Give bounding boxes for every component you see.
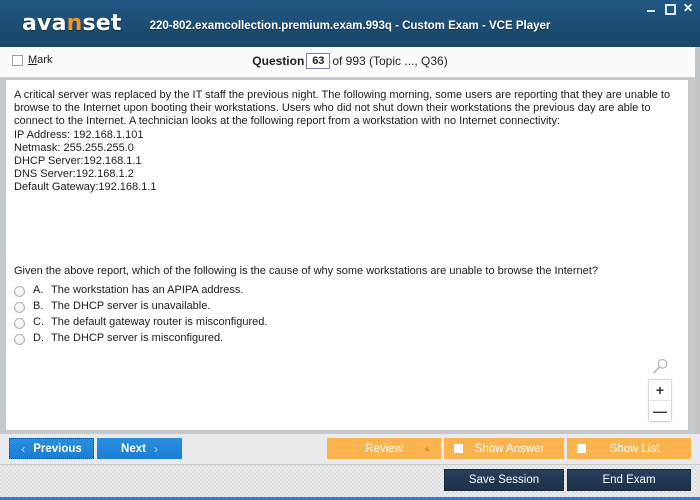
answer-option-c[interactable]: C. The default gateway router is misconf… bbox=[14, 316, 614, 332]
logo-text-part2: set bbox=[82, 11, 122, 36]
checkbox-square-icon bbox=[577, 444, 586, 453]
minimize-icon[interactable] bbox=[646, 3, 657, 14]
title-bar: avanset 220-802.examcollection.premium.e… bbox=[0, 0, 700, 48]
question-word: Question bbox=[252, 54, 305, 68]
question-number-input[interactable]: 63 bbox=[306, 53, 331, 69]
previous-button-label: Previous bbox=[33, 442, 82, 455]
right-frame bbox=[695, 47, 700, 434]
show-answer-button[interactable]: Show Answer bbox=[444, 438, 564, 459]
report-line: DHCP Server:192.168.1.1 bbox=[14, 155, 142, 168]
zoom-control: + — bbox=[648, 358, 672, 422]
answer-options: A. The workstation has an APIPA address.… bbox=[14, 284, 614, 348]
report-line: DNS Server:192.168.1.2 bbox=[14, 168, 134, 181]
radio-icon[interactable] bbox=[14, 302, 25, 313]
review-button[interactable]: Review ▲ bbox=[327, 438, 441, 459]
avanset-logo: avanset bbox=[22, 12, 122, 36]
answer-option-b[interactable]: B. The DHCP server is unavailable. bbox=[14, 300, 614, 316]
question-paragraph: A critical server was replaced by the IT… bbox=[14, 89, 671, 128]
question-prompt: Given the above report, which of the fol… bbox=[14, 265, 598, 277]
show-list-label: Show List bbox=[609, 442, 660, 455]
window-controls: ✕ bbox=[646, 2, 694, 15]
next-button-label: Next bbox=[121, 442, 146, 455]
next-button[interactable]: Next › bbox=[97, 438, 182, 459]
question-total-text: of 993 (Topic ..., Q36) bbox=[332, 54, 448, 68]
chevron-right-icon: › bbox=[153, 441, 158, 456]
maximize-icon[interactable] bbox=[664, 3, 676, 15]
caret-up-icon: ▲ bbox=[423, 444, 431, 453]
show-answer-label: Show Answer bbox=[474, 442, 545, 455]
close-icon[interactable]: ✕ bbox=[682, 2, 694, 14]
vce-player-window: avanset 220-802.examcollection.premium.e… bbox=[0, 0, 700, 500]
option-text: The DHCP server is misconfigured. bbox=[51, 332, 224, 344]
report-line: IP Address: 192.168.1.101 bbox=[14, 128, 144, 141]
question-content-panel: A critical server was replaced by the IT… bbox=[5, 79, 689, 431]
answer-option-a[interactable]: A. The workstation has an APIPA address. bbox=[14, 284, 614, 300]
show-list-button[interactable]: Show List bbox=[567, 438, 691, 459]
radio-icon[interactable] bbox=[14, 318, 25, 329]
answer-option-d[interactable]: D. The DHCP server is misconfigured. bbox=[14, 332, 614, 348]
chevron-left-icon: ‹ bbox=[21, 441, 26, 456]
logo-accent-letter: n bbox=[66, 11, 83, 36]
option-text: The DHCP server is unavailable. bbox=[51, 300, 211, 312]
option-letter: D. bbox=[33, 332, 44, 344]
option-letter: A. bbox=[33, 284, 44, 296]
zoom-out-button[interactable]: — bbox=[649, 401, 671, 421]
zoom-in-button[interactable]: + bbox=[649, 380, 671, 401]
magnifier-icon[interactable] bbox=[652, 358, 669, 375]
question-header-bar: Mark Question 63 of 993 (Topic ..., Q36) bbox=[0, 47, 700, 78]
status-bar: Save Session End Exam bbox=[0, 464, 700, 500]
report-line: Default Gateway:192.168.1.1 bbox=[14, 181, 157, 194]
end-exam-button[interactable]: End Exam bbox=[567, 469, 691, 491]
review-button-label: Review bbox=[365, 442, 403, 455]
radio-icon[interactable] bbox=[14, 334, 25, 345]
option-letter: C. bbox=[33, 316, 44, 328]
option-letter: B. bbox=[33, 300, 44, 312]
option-text: The default gateway router is misconfigu… bbox=[51, 316, 268, 328]
previous-button[interactable]: ‹ Previous bbox=[9, 438, 94, 459]
checkbox-square-icon bbox=[454, 444, 463, 453]
report-line: Netmask: 255.255.255.0 bbox=[14, 141, 134, 154]
radio-icon[interactable] bbox=[14, 286, 25, 297]
zoom-buttons: + — bbox=[648, 379, 672, 422]
question-counter: Question 63 of 993 (Topic ..., Q36) bbox=[0, 53, 700, 69]
save-session-button[interactable]: Save Session bbox=[444, 469, 564, 491]
question-body: A critical server was replaced by the IT… bbox=[14, 89, 674, 195]
navigation-bar: ‹ Previous Next › Review ▲ Show Answer S… bbox=[0, 434, 700, 464]
logo-text-part1: ava bbox=[22, 11, 67, 36]
option-text: The workstation has an APIPA address. bbox=[51, 284, 244, 296]
